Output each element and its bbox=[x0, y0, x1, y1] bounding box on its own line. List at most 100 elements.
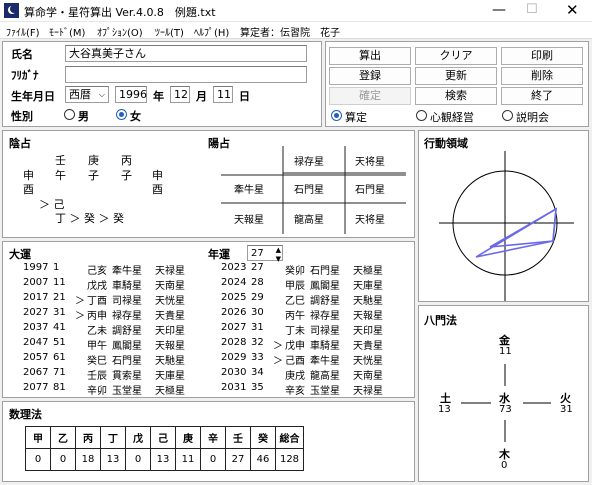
mode-radio-shinkan[interactable] bbox=[416, 110, 427, 121]
day-input[interactable]: 11 bbox=[213, 86, 233, 103]
nenun-cell: 2028 bbox=[221, 337, 247, 348]
nenun-cell: 天庫星 bbox=[353, 281, 383, 292]
nenun-cell: 丁未 bbox=[285, 326, 305, 337]
nenun-cell: 玉堂星 bbox=[310, 386, 340, 397]
mode-radio-santei[interactable] bbox=[331, 110, 342, 121]
menu-help[interactable]: ﾍﾙﾌﾟ(H) bbox=[194, 24, 229, 39]
taiun-cell: 71 bbox=[53, 367, 66, 378]
suri-value-cell: 0 bbox=[200, 448, 226, 471]
input-panel: 氏名 大谷真美子さん ﾌﾘｶﾞﾅ 生年月日 西暦 ⌵ 1996 年 12 月 11… bbox=[2, 41, 322, 127]
search-button[interactable]: 検索 bbox=[415, 87, 497, 105]
nenun-cell: 丙午 bbox=[285, 311, 305, 322]
print-button[interactable]: 印刷 bbox=[501, 47, 583, 65]
female-radio[interactable] bbox=[116, 109, 127, 120]
male-radio[interactable] bbox=[64, 109, 75, 120]
menu-option[interactable]: ｵﾌﾟｼｮﾝ(O) bbox=[97, 24, 143, 39]
inyo-cell: 壬 bbox=[55, 154, 66, 167]
taiun-cell: 2057 bbox=[23, 352, 49, 363]
menu-mode[interactable]: ﾓｰﾄﾞ(M) bbox=[49, 24, 85, 39]
suri-value-cell: 18 bbox=[75, 448, 101, 471]
suri-header-cell: 癸 bbox=[250, 426, 276, 449]
register-button[interactable]: 登録 bbox=[329, 67, 411, 85]
menu-file[interactable]: ﾌｧｲﾙ(F) bbox=[6, 24, 40, 39]
suri-header-cell: 辛 bbox=[200, 426, 226, 449]
nenun-age-spinner[interactable]: 27 ▲ ▼ bbox=[247, 245, 283, 263]
window-title: 算命学・星符算出 Ver.4.0.8 例題.txt bbox=[24, 6, 216, 19]
suri-value-cell: 128 bbox=[275, 448, 304, 471]
nenun-cell: 天恍星 bbox=[353, 356, 383, 367]
nenun-cell: 牽牛星 bbox=[310, 356, 340, 367]
taiun-cell: 乙未 bbox=[87, 326, 107, 337]
inyo-cell: 酉 bbox=[152, 183, 163, 196]
app-icon bbox=[4, 3, 19, 18]
inyo-cell: 丙 bbox=[121, 154, 132, 167]
kodo-diagram bbox=[439, 151, 574, 301]
nenun-cell: 29 bbox=[251, 292, 264, 303]
inyo-cell: 子 bbox=[121, 169, 132, 182]
spin-down-icon[interactable]: ▼ bbox=[276, 252, 281, 267]
yosen-cell: 龍高星 bbox=[294, 215, 324, 226]
suri-value-cell: 0 bbox=[25, 448, 51, 471]
taiun-cell: 天禄星 bbox=[155, 266, 185, 277]
taiun-cell: 2067 bbox=[23, 367, 49, 378]
title-bar: 算命学・星符算出 Ver.4.0.8 例題.txt — ☐ ✕ bbox=[0, 0, 592, 22]
nenun-cell: 31 bbox=[251, 322, 264, 333]
taiun-cell: 戊戌 bbox=[87, 281, 107, 292]
maximize-button[interactable]: ☐ bbox=[526, 2, 538, 17]
inyo-cell: 子 bbox=[88, 169, 99, 182]
mode-radio-setsumei[interactable] bbox=[502, 110, 513, 121]
day-unit: 日 bbox=[239, 90, 250, 103]
nenun-cell: 27 bbox=[251, 262, 264, 273]
taiun-cell: 貫索星 bbox=[112, 371, 142, 382]
taiun-cell: 牽牛星 bbox=[112, 266, 142, 277]
suri-header-cell: 丁 bbox=[100, 426, 126, 449]
taiun-cell: 玉堂星 bbox=[112, 386, 142, 397]
nenun-cell: 2023 bbox=[221, 262, 247, 273]
taiun-cell: 丁酉 bbox=[87, 296, 107, 307]
suri-header-cell: 庚 bbox=[175, 426, 201, 449]
suri-value-cell: 11 bbox=[175, 448, 201, 471]
taiun-cell: 禄存星 bbox=[112, 311, 142, 322]
yosen-cell: 天報星 bbox=[234, 215, 264, 226]
delete-button[interactable]: 削除 bbox=[501, 67, 583, 85]
calc-button[interactable]: 算出 bbox=[329, 47, 411, 65]
nenun-cell: 天報星 bbox=[353, 311, 383, 322]
minimize-button[interactable]: — bbox=[492, 2, 506, 18]
yosen-cell: 石門星 bbox=[355, 185, 385, 196]
chevron-down-icon: ⌵ bbox=[98, 90, 105, 99]
clear-button[interactable]: クリア bbox=[415, 47, 497, 65]
nenun-cell: ＞ bbox=[273, 356, 283, 367]
close-button[interactable]: ✕ bbox=[566, 1, 579, 19]
era-select[interactable]: 西暦 ⌵ bbox=[65, 86, 109, 103]
suri-header-cell: 壬 bbox=[225, 426, 251, 449]
kodo-area-triangle-b bbox=[489, 207, 557, 248]
suri-panel: 数理法 甲乙丙丁戊己庚辛壬癸総合 0 0 18 13 0 13 11 0 27 46 128 bbox=[2, 401, 415, 482]
nenun-cell: ＞ bbox=[273, 341, 283, 352]
inyo-cell: 酉 bbox=[23, 183, 34, 196]
nenun-cell: 龍高星 bbox=[310, 371, 340, 382]
yosen-cell: 天将星 bbox=[355, 157, 385, 168]
menu-tool[interactable]: ﾂｰﾙ(T) bbox=[155, 24, 184, 39]
year-input[interactable]: 1996 bbox=[115, 86, 147, 103]
nenun-cell: 2030 bbox=[221, 367, 247, 378]
taiun-cell: 丙申 bbox=[87, 311, 107, 322]
name-input[interactable]: 大谷真美子さん bbox=[65, 45, 307, 62]
nenun-cell: 天印星 bbox=[353, 326, 383, 337]
nenun-cell: 癸卯 bbox=[285, 266, 305, 277]
confirm-button[interactable]: 確定 bbox=[329, 87, 411, 105]
inyo-yosen-panel: 陰占 壬 庚 丙 申 午 子 子 申 酉 酉 ＞ 己 丁 ＞ 癸 ＞ 癸 陽占 … bbox=[2, 130, 415, 238]
hachimon-panel: 八門法 金 11 土 13 水 73 火 31 木 0 bbox=[418, 305, 589, 482]
kana-input[interactable] bbox=[65, 66, 307, 83]
nenun-cell: 32 bbox=[251, 337, 264, 348]
taiun-cell: 司禄星 bbox=[112, 296, 142, 307]
update-button[interactable]: 更新 bbox=[415, 67, 497, 85]
taiun-cell: 天極星 bbox=[155, 386, 185, 397]
month-unit: 月 bbox=[196, 90, 207, 103]
month-input[interactable]: 12 bbox=[170, 86, 190, 103]
exit-button[interactable]: 終了 bbox=[501, 87, 583, 105]
nenun-cell: 2031 bbox=[221, 382, 247, 393]
nenun-cell: 調舒星 bbox=[310, 296, 340, 307]
nenun-cell: 甲辰 bbox=[285, 281, 305, 292]
suri-header-cell: 甲 bbox=[25, 426, 51, 449]
kana-label: ﾌﾘｶﾞﾅ bbox=[11, 69, 39, 82]
